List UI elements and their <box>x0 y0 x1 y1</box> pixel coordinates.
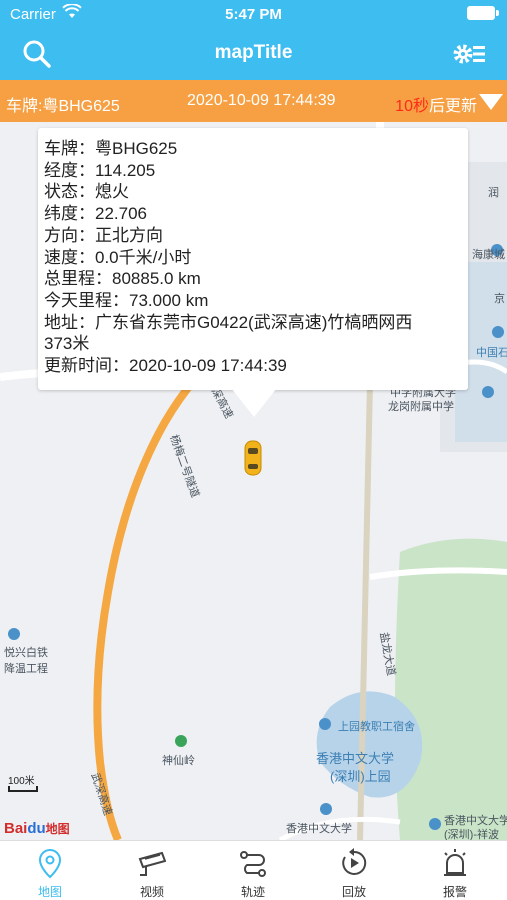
refresh-countdown: 10秒后更新 <box>395 92 477 116</box>
countdown-suffix: 后更新 <box>428 98 477 115</box>
clock: 5:47 PM <box>225 6 282 23</box>
popup-row-update-time: 更新时间：2020-10-09 17:44:39 <box>44 356 287 376</box>
status-bar: Carrier 5:47 PM <box>10 3 499 24</box>
tab-map[interactable]: 地图 <box>0 841 100 900</box>
tab-track-label: 轨迹 <box>240 885 265 899</box>
plate-label: 车牌:粤BHG625 <box>6 98 120 115</box>
popup-row-today-mileage: 今天里程：73.000 km <box>44 290 209 310</box>
popup-row-direction: 方向：正北方向 <box>44 225 163 245</box>
map-label-yuexing: 悦兴白铁 <box>4 647 48 659</box>
map-scale-label: 100米 <box>8 776 35 787</box>
update-time-label: 2020-10-09 17:44:39 <box>187 92 336 109</box>
camera-icon <box>138 851 166 876</box>
popup-row-plate: 车牌：粤BHG625 <box>44 139 178 158</box>
popup-row-address: 地址：广东省东莞市G0422(武深高速)竹槁晒网西 <box>44 312 413 332</box>
nav-bar: mapTitle <box>0 36 507 72</box>
map-label-tr-c: 京 <box>494 293 505 305</box>
map-label-cuhk-e: (深圳)-祥波 <box>444 829 499 840</box>
popup-row-address-cont: 373米 <box>44 334 90 354</box>
popup-tail <box>232 389 276 417</box>
countdown-seconds: 10秒 <box>395 98 429 115</box>
map-label-tr-d: 中国石 <box>476 347 507 359</box>
tab-map-label: 地图 <box>37 885 62 899</box>
map-label-tr-a: 润 <box>488 187 499 199</box>
popup-row-total-mileage: 总里程：80885.0 km <box>44 269 201 289</box>
map-label-shenxianling: 神仙岭 <box>162 755 195 767</box>
map-label-jiangwen: 降温工程 <box>4 663 48 675</box>
vehicle-info-bar: 车牌:粤BHG625 2020-10-09 17:44:39 10秒后更新 <box>0 80 507 122</box>
map-pin-icon <box>38 848 62 879</box>
alarm-icon <box>444 849 466 876</box>
page-title: mapTitle <box>214 42 293 63</box>
popup-row-status: 状态：熄火 <box>44 182 129 202</box>
replay-icon <box>342 848 367 875</box>
map-label-school-b: 龙岗附属中学 <box>388 401 454 413</box>
tab-alarm[interactable]: 报警 <box>405 841 505 900</box>
dropdown-triangle-icon[interactable] <box>479 94 503 110</box>
tab-video[interactable]: 视频 <box>102 841 202 900</box>
popup-row-latitude: 纬度：22.706 <box>44 204 147 224</box>
settings-button[interactable] <box>451 38 487 70</box>
header: Carrier 5:47 PM mapTitle <box>0 0 507 80</box>
route-icon <box>240 851 266 877</box>
map-label-tr-b: 海康城 <box>472 249 505 261</box>
tab-bar: 地图 视频 轨迹 回放 报警 <box>0 840 507 900</box>
vehicle-info-popup: 车牌：粤BHG625 经度：114.205 状态：熄火 纬度：22.706 方向… <box>38 128 468 390</box>
map-label-cuhk-c: 香港中文大学 <box>286 823 352 835</box>
map-label-cuhk-b: (深圳)上园 <box>330 769 391 784</box>
settings-list-icon <box>453 44 485 64</box>
battery-icon <box>467 6 499 20</box>
tab-replay[interactable]: 回放 <box>304 841 404 900</box>
tab-alarm-label: 报警 <box>442 885 467 899</box>
popup-row-speed: 速度：0.0千米/小时 <box>44 247 192 267</box>
map-scale-bar <box>8 786 38 792</box>
vehicle-marker-icon[interactable] <box>244 440 262 476</box>
tab-track[interactable]: 轨迹 <box>203 841 303 900</box>
tab-replay-label: 回放 <box>341 885 366 899</box>
baidu-map-logo: Baidu地图 <box>4 820 70 837</box>
popup-row-longitude: 经度：114.205 <box>44 160 156 180</box>
map-label-cuhk-a: 香港中文大学 <box>316 751 395 766</box>
map-label-shangyuan: 上园教职工宿舍 <box>338 721 415 733</box>
tab-video-label: 视频 <box>139 885 164 899</box>
